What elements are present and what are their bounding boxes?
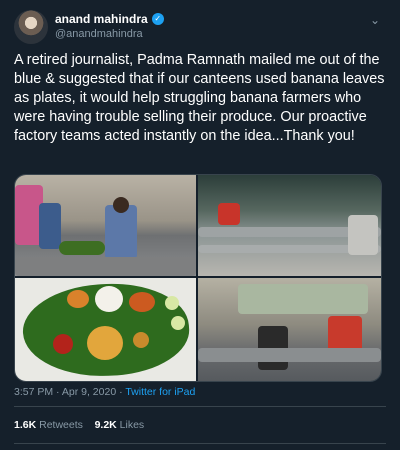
divider <box>14 406 386 407</box>
likes-stat[interactable]: 9.2K Likes <box>95 419 145 431</box>
tweet-date[interactable]: Apr 9, 2020 <box>62 386 116 398</box>
engagement-stats: 1.6K Retweets 9.2K Likes <box>14 419 144 431</box>
divider <box>14 443 386 444</box>
display-name[interactable]: anand mahindra <box>55 12 148 26</box>
verified-badge-icon: ✓ <box>151 13 164 25</box>
photo-banana-leaf-meal[interactable] <box>15 278 196 381</box>
tweet-meta: 3:57 PM · Apr 9, 2020 · Twitter for iPad <box>14 386 195 398</box>
likes-count: 9.2K <box>94 419 117 431</box>
meta-separator: · <box>56 386 60 398</box>
tweet-text: A retired journalist, Padma Ramnath mail… <box>14 52 385 144</box>
retweets-label: Retweets <box>39 419 83 431</box>
retweets-count: 1.6K <box>14 419 37 431</box>
photo-workers-eating[interactable] <box>198 278 381 381</box>
likes-label: Likes <box>119 419 145 431</box>
meta-separator: · <box>119 386 123 398</box>
photo-canteen-workers-serving[interactable] <box>15 175 196 276</box>
photo-canteen-hall[interactable] <box>198 175 381 276</box>
tweet-time[interactable]: 3:57 PM <box>14 386 53 398</box>
tweet-source-link[interactable]: Twitter for iPad <box>125 386 195 398</box>
retweets-stat[interactable]: 1.6K Retweets <box>14 419 83 431</box>
author-name-row[interactable]: anand mahindra ✓ <box>55 12 164 26</box>
avatar[interactable] <box>14 10 48 44</box>
media-grid <box>14 174 382 382</box>
chevron-down-icon[interactable]: ⌄ <box>370 14 382 26</box>
user-handle[interactable]: @anandmahindra <box>55 28 143 40</box>
